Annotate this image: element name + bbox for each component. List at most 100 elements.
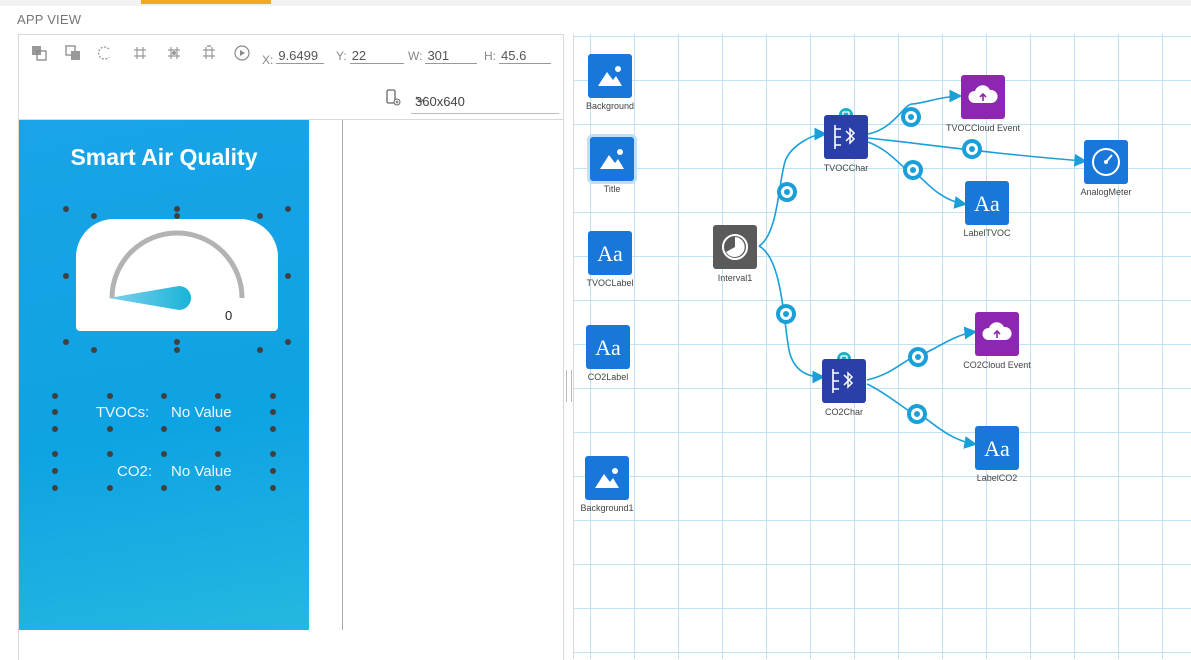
node-label-background: Background: [585, 101, 635, 111]
text-label-icon: Aa: [595, 335, 621, 360]
bring-front-icon[interactable]: [31, 45, 47, 61]
node-labelco2[interactable]: Aa: [975, 426, 1019, 470]
resize-handle[interactable]: [161, 485, 167, 491]
w-field[interactable]: W: 301: [408, 48, 478, 64]
node-label-interval1: Interval1: [717, 273, 753, 283]
co2-value[interactable]: No Value: [171, 463, 232, 480]
node-label-co2cloudevent: CO2Cloud Event: [963, 360, 1031, 370]
cloud-upload-icon: [968, 85, 998, 103]
node-tvocchar[interactable]: [824, 115, 868, 159]
resize-handle[interactable]: [161, 426, 167, 432]
resize-handle[interactable]: [107, 485, 113, 491]
resize-handle[interactable]: [52, 485, 58, 491]
resize-handle[interactable]: [270, 409, 276, 415]
analog-meter-widget[interactable]: [76, 219, 278, 331]
node-co2cloudevent[interactable]: [975, 312, 1019, 356]
resize-handle[interactable]: [257, 347, 263, 353]
text-label-icon: Aa: [974, 191, 1000, 216]
image-icon: [595, 468, 619, 488]
node-label-labeltvoc: LabelTVOC: [963, 228, 1011, 238]
resize-handle[interactable]: [52, 451, 58, 457]
grid-icon[interactable]: [132, 45, 148, 61]
resize-handle[interactable]: [107, 426, 113, 432]
node-label-tvoclabel: TVOCLabel: [586, 278, 634, 288]
resize-handle[interactable]: [63, 206, 69, 212]
h-field[interactable]: H: 45.6: [484, 48, 551, 64]
resize-handle[interactable]: [91, 347, 97, 353]
resize-handle[interactable]: [174, 347, 180, 353]
resize-handle[interactable]: [215, 485, 221, 491]
gauge-graphic: [109, 230, 245, 310]
text-label-icon: Aa: [597, 241, 623, 266]
resize-handle[interactable]: [63, 339, 69, 345]
resize-handle[interactable]: [270, 393, 276, 399]
resize-handle[interactable]: [270, 468, 276, 474]
node-label-co2label: CO2Label: [587, 372, 629, 382]
grid-settings-icon[interactable]: [201, 45, 217, 61]
node-label-analogmeter: AnalogMeter: [1080, 187, 1132, 197]
node-label-background1: Background1: [580, 503, 634, 513]
resize-handle[interactable]: [285, 273, 291, 279]
resize-handle[interactable]: [52, 393, 58, 399]
resize-handle[interactable]: [285, 206, 291, 212]
node-co2char[interactable]: [822, 359, 866, 403]
node-title[interactable]: [590, 137, 634, 181]
tvoc-value[interactable]: No Value: [171, 404, 232, 421]
resize-handle[interactable]: [285, 339, 291, 345]
resize-handle[interactable]: [270, 485, 276, 491]
x-field[interactable]: X: 9.6499: [262, 48, 325, 67]
h-value[interactable]: 45.6: [499, 48, 551, 64]
y-field[interactable]: Y: 22: [336, 48, 404, 64]
play-icon[interactable]: [234, 45, 250, 61]
node-analogmeter[interactable]: [1084, 140, 1128, 184]
resize-handle[interactable]: [107, 451, 113, 457]
node-tvoclabel[interactable]: Aa: [588, 231, 632, 275]
send-back-icon[interactable]: [65, 45, 81, 61]
app-title[interactable]: Smart Air Quality: [19, 144, 309, 171]
resize-handle[interactable]: [174, 339, 180, 345]
co2-label[interactable]: CO2:: [117, 463, 152, 480]
resize-handle[interactable]: [161, 451, 167, 457]
resize-handle[interactable]: [270, 451, 276, 457]
resize-handle[interactable]: [107, 393, 113, 399]
node-background[interactable]: [588, 54, 632, 98]
w-value[interactable]: 301: [425, 48, 478, 64]
y-value[interactable]: 22: [349, 48, 404, 64]
svg-text:Aa: Aa: [595, 335, 621, 360]
h-label: H:: [484, 49, 496, 63]
rotate-icon[interactable]: [97, 45, 113, 61]
node-label-labelco2: LabelCO2: [976, 473, 1018, 483]
resize-handle[interactable]: [52, 409, 58, 415]
resize-handle[interactable]: [52, 468, 58, 474]
device-size-select[interactable]: 360x640: [411, 91, 559, 114]
svg-text:Aa: Aa: [597, 241, 623, 266]
resize-handle[interactable]: [215, 451, 221, 457]
connection-lines: [758, 89, 1088, 449]
node-tvoccloudevent[interactable]: [961, 75, 1005, 119]
tvoc-label[interactable]: TVOCs:: [96, 404, 149, 421]
node-label-tvoccloudevent: TVOCCloud Event: [945, 123, 1021, 133]
resize-handle[interactable]: [161, 393, 167, 399]
resize-handle[interactable]: [270, 426, 276, 432]
phone-preview: Smart Air Quality 0 TVOCs: No Value CO2:…: [19, 120, 309, 630]
resize-handle[interactable]: [52, 426, 58, 432]
panel-title: APP VIEW: [17, 12, 82, 27]
node-interval1[interactable]: [713, 225, 757, 269]
resize-handle[interactable]: [63, 273, 69, 279]
active-tab-indicator: [141, 0, 271, 4]
x-value[interactable]: 9.6499: [276, 48, 325, 64]
node-background1[interactable]: [585, 456, 629, 500]
workflow-canvas[interactable]: Background Title Aa TVOCLabel Aa CO2Labe…: [573, 34, 1191, 659]
resize-handle[interactable]: [215, 393, 221, 399]
resize-handle[interactable]: [174, 206, 180, 212]
grid-snap-icon[interactable]: [166, 45, 182, 61]
resize-handle[interactable]: [215, 426, 221, 432]
device-preview-icon[interactable]: [385, 89, 401, 106]
node-labeltvoc[interactable]: Aa: [965, 181, 1009, 225]
svg-text:Aa: Aa: [974, 191, 1000, 216]
toolbar: X: 9.6499 Y: 22 W: 301 H: 45.6 360x640: [19, 35, 563, 120]
chevron-down-icon: [415, 93, 555, 108]
image-icon: [600, 149, 624, 169]
timer-icon: [722, 234, 748, 260]
node-co2label[interactable]: Aa: [586, 325, 630, 369]
